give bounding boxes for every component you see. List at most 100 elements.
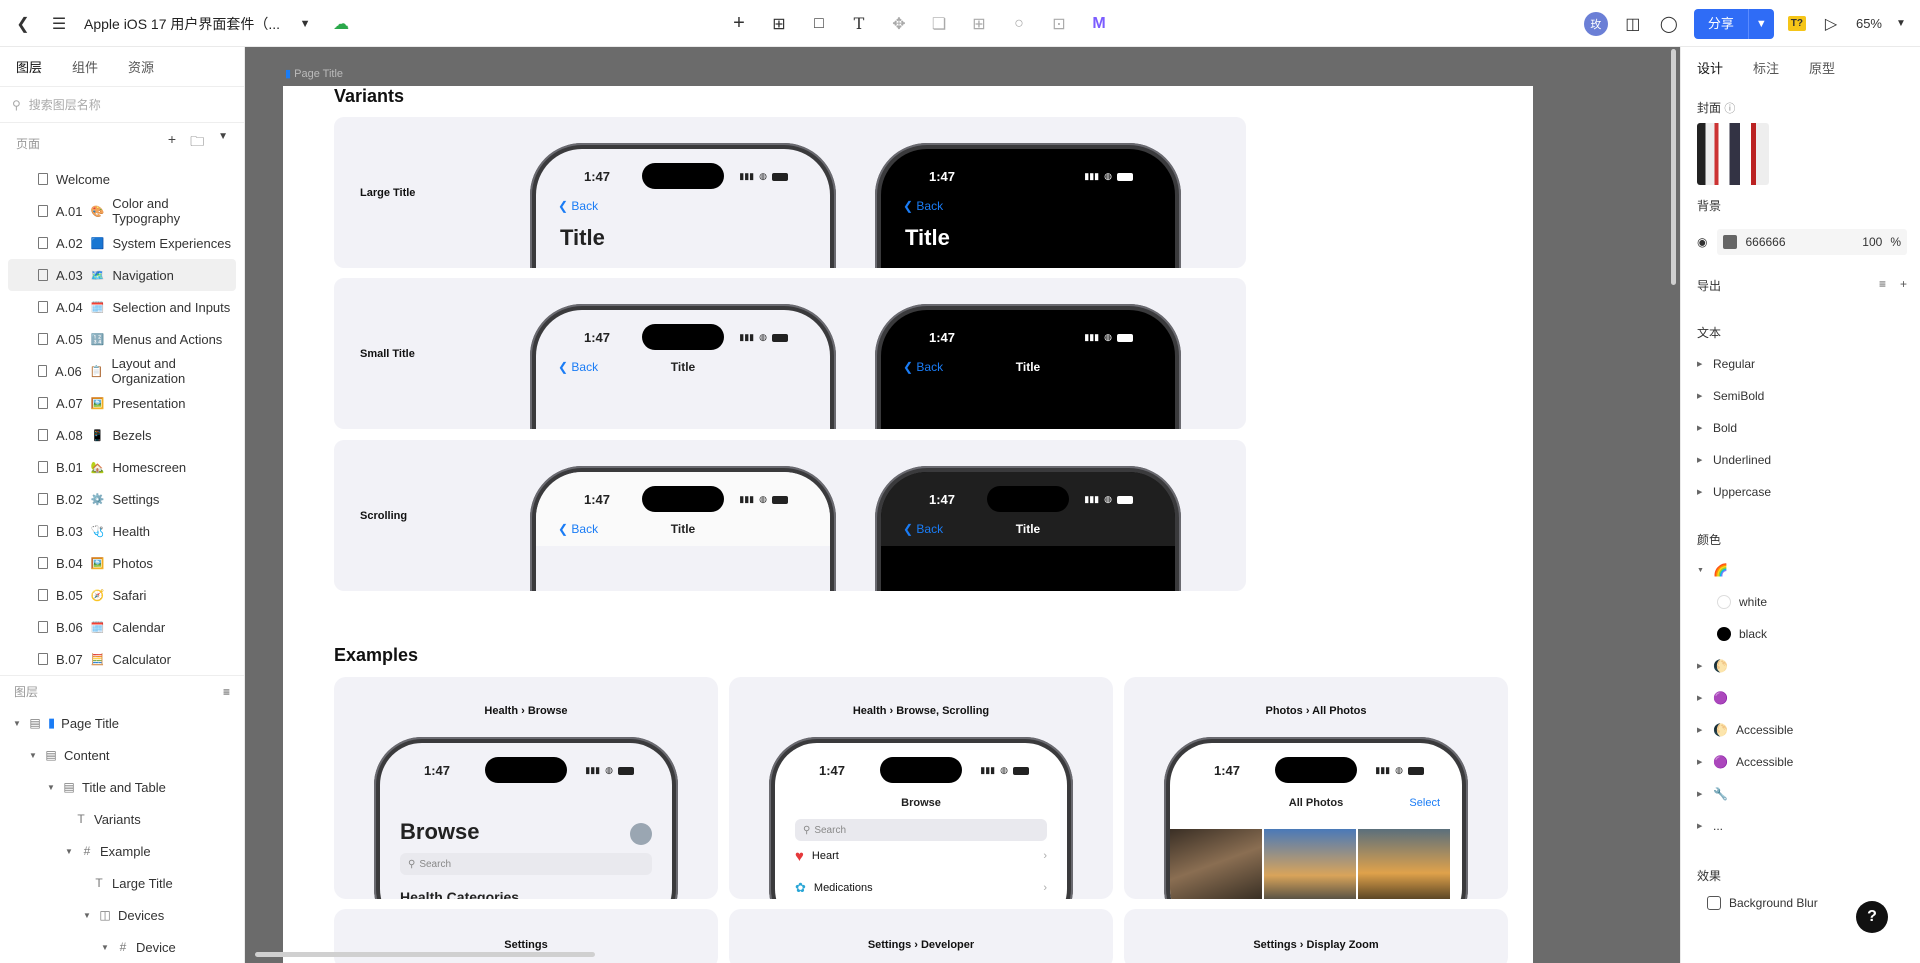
color-group[interactable]: ▶ 🌔 Accessible: [1697, 723, 1793, 737]
example-card[interactable]: Health › Browse 1:47 ▮▮▮ ◍ Browse ⚲ Search…: [334, 677, 718, 899]
layer-search-input[interactable]: ⚲ 搜索图层名称: [0, 87, 244, 123]
variant-card[interactable]: Scrolling 1:47 ▮▮▮ ◍ ❮ Back Title 1:47 ▮▮…: [334, 440, 1246, 591]
help-button[interactable]: ?: [1856, 901, 1888, 933]
share-dropdown-icon[interactable]: ▼: [1749, 18, 1774, 30]
page-item[interactable]: B.03 🩺 Health: [8, 515, 236, 547]
page-item[interactable]: A.08 📱 Bezels: [8, 419, 236, 451]
collapse-chevron-icon[interactable]: ▼: [218, 131, 228, 155]
share-button[interactable]: 分享 ▼: [1693, 8, 1774, 39]
layer-row[interactable]: T Large Title: [0, 867, 244, 899]
color-group[interactable]: ▶ 🔧: [1697, 787, 1728, 801]
location-pin-icon[interactable]: ◯: [1658, 13, 1680, 35]
example-card[interactable]: Photos › All Photos 1:47 ▮▮▮ ◍ All Photos…: [1124, 677, 1508, 899]
tab-design[interactable]: 设计: [1697, 58, 1723, 77]
layer-row[interactable]: T Variants: [0, 803, 244, 835]
page-item[interactable]: B.06 🗓️ Calendar: [8, 611, 236, 643]
expand-caret-icon[interactable]: ▼: [46, 783, 56, 792]
page-item[interactable]: Welcome: [8, 163, 236, 195]
rectangle-tool-icon[interactable]: □: [808, 13, 830, 35]
color-style[interactable]: white: [1717, 595, 1767, 609]
text-style-group[interactable]: ▶ Uppercase: [1697, 485, 1771, 499]
page-item[interactable]: B.04 🖼️ Photos: [8, 547, 236, 579]
layer-row[interactable]: ▼ ▤ Content: [0, 739, 244, 771]
eye-icon[interactable]: ◉: [1697, 235, 1707, 249]
back-arrow-icon[interactable]: ❮: [12, 13, 34, 35]
add-export-icon[interactable]: +: [1900, 277, 1907, 294]
page-item[interactable]: B.02 ⚙️ Settings: [8, 483, 236, 515]
text-style-group[interactable]: ▶ Bold: [1697, 421, 1737, 435]
layer-row[interactable]: ▼ ▤ Title and Table: [0, 771, 244, 803]
move-tool-icon[interactable]: ✥: [888, 13, 910, 35]
page-item[interactable]: A.02 🟦 System Experiences: [8, 227, 236, 259]
user-avatar[interactable]: 玫: [1583, 11, 1608, 36]
expand-caret-icon[interactable]: ▼: [28, 751, 38, 760]
info-icon[interactable]: ⓘ: [1724, 103, 1735, 115]
text-missing-badge[interactable]: T?: [1787, 16, 1806, 31]
design-canvas[interactable]: ▮ Page Title Variants Large Title 1:47 ▮…: [245, 47, 1680, 963]
zoom-chevron-icon[interactable]: ▼: [1896, 13, 1906, 35]
page-item-selected[interactable]: A.03 🗺️ Navigation: [8, 259, 236, 291]
tab-prototype[interactable]: 原型: [1809, 58, 1835, 77]
mask-tool-icon[interactable]: ○: [1008, 13, 1030, 35]
text-style-group[interactable]: ▶ SemiBold: [1697, 389, 1764, 403]
color-group[interactable]: ▶ 🌔: [1697, 659, 1728, 673]
frame-label[interactable]: ▮ Page Title: [285, 67, 343, 80]
layer-row[interactable]: ▼ ▤ ▮ Page Title: [0, 707, 244, 739]
layer-row[interactable]: ▼ # Example: [0, 835, 244, 867]
page-item[interactable]: A.06 📋 Layout and Organization: [8, 355, 236, 387]
chevron-down-icon[interactable]: ▼: [294, 13, 316, 35]
tab-layers[interactable]: 图层: [16, 57, 42, 76]
horizontal-scrollbar[interactable]: [255, 952, 595, 957]
variant-card[interactable]: Small Title 1:47 ▮▮▮ ◍ ❮ Back Title 1:47 …: [334, 278, 1246, 429]
component-tool-icon[interactable]: ⊞: [968, 13, 990, 35]
color-group[interactable]: ▼ 🌈: [1697, 563, 1728, 577]
example-card[interactable]: Health › Browse, Scrolling 1:47 ▮▮▮ ◍ Bro…: [729, 677, 1113, 899]
expand-caret-icon[interactable]: ▼: [82, 911, 92, 920]
page-item[interactable]: A.04 🗓️ Selection and Inputs: [8, 291, 236, 323]
example-card[interactable]: Settings › Developer: [729, 909, 1113, 963]
layer-row[interactable]: ▼ ◫ Devices: [0, 899, 244, 931]
settings-sliders-icon[interactable]: ≡: [1879, 277, 1886, 294]
zoom-level[interactable]: 65%: [1856, 16, 1882, 31]
folder-icon[interactable]: 🗀: [190, 131, 204, 155]
artboard[interactable]: Variants Large Title 1:47 ▮▮▮ ◍ ❮ Back Ti…: [283, 86, 1533, 963]
cover-thumbnail[interactable]: [1697, 123, 1769, 185]
expand-caret-icon[interactable]: ▼: [64, 847, 74, 856]
plugin-icon[interactable]: ◫: [1622, 13, 1644, 35]
color-style[interactable]: black: [1717, 627, 1767, 641]
page-item[interactable]: A.07 🖼️ Presentation: [8, 387, 236, 419]
vertical-scrollbar[interactable]: [1671, 49, 1676, 285]
add-page-icon[interactable]: +: [168, 131, 176, 155]
color-group[interactable]: ▶ 🟣: [1697, 691, 1728, 705]
page-item[interactable]: B.01 🏡 Homescreen: [8, 451, 236, 483]
tab-components[interactable]: 组件: [72, 57, 98, 76]
page-item[interactable]: A.01 🎨 Color and Typography: [8, 195, 236, 227]
add-icon[interactable]: +: [728, 12, 750, 35]
example-card[interactable]: Settings › Display Zoom: [1124, 909, 1508, 963]
layer-row[interactable]: ▼ # Device: [0, 931, 244, 963]
text-tool-icon[interactable]: T: [848, 13, 870, 35]
page-item[interactable]: A.05 🔢 Menus and Actions: [8, 323, 236, 355]
boolean-tool-icon[interactable]: ❏: [928, 13, 950, 35]
ai-plugin-icon[interactable]: M: [1088, 13, 1110, 35]
color-swatch[interactable]: [1723, 235, 1738, 249]
tab-annotate[interactable]: 标注: [1753, 58, 1779, 77]
text-style-group[interactable]: ▶ Underlined: [1697, 453, 1771, 467]
play-icon[interactable]: ▷: [1820, 13, 1842, 35]
page-item[interactable]: B.07 🧮 Calculator: [8, 643, 236, 675]
expand-caret-icon[interactable]: ▼: [100, 943, 110, 952]
background-color-field[interactable]: 666666 100 %: [1717, 229, 1907, 255]
variant-card[interactable]: Large Title 1:47 ▮▮▮ ◍ ❮ Back Title 1:47 …: [334, 117, 1246, 268]
crop-tool-icon[interactable]: ⊡: [1048, 13, 1070, 35]
text-style-group[interactable]: ▶ Regular: [1697, 357, 1755, 371]
color-group[interactable]: ▶...: [1697, 819, 1723, 833]
expand-caret-icon[interactable]: ▼: [12, 719, 22, 728]
color-group[interactable]: ▶ 🟣 Accessible: [1697, 755, 1793, 769]
file-title[interactable]: Apple iOS 17 用户界面套件（...: [84, 14, 280, 34]
effect-style[interactable]: Background Blur: [1707, 896, 1818, 910]
cloud-sync-icon[interactable]: ☁: [330, 13, 352, 35]
collapse-all-icon[interactable]: ≡: [223, 685, 230, 699]
menu-icon[interactable]: ☰: [48, 13, 70, 35]
tab-assets[interactable]: 资源: [128, 57, 154, 76]
page-item[interactable]: B.05 🧭 Safari: [8, 579, 236, 611]
